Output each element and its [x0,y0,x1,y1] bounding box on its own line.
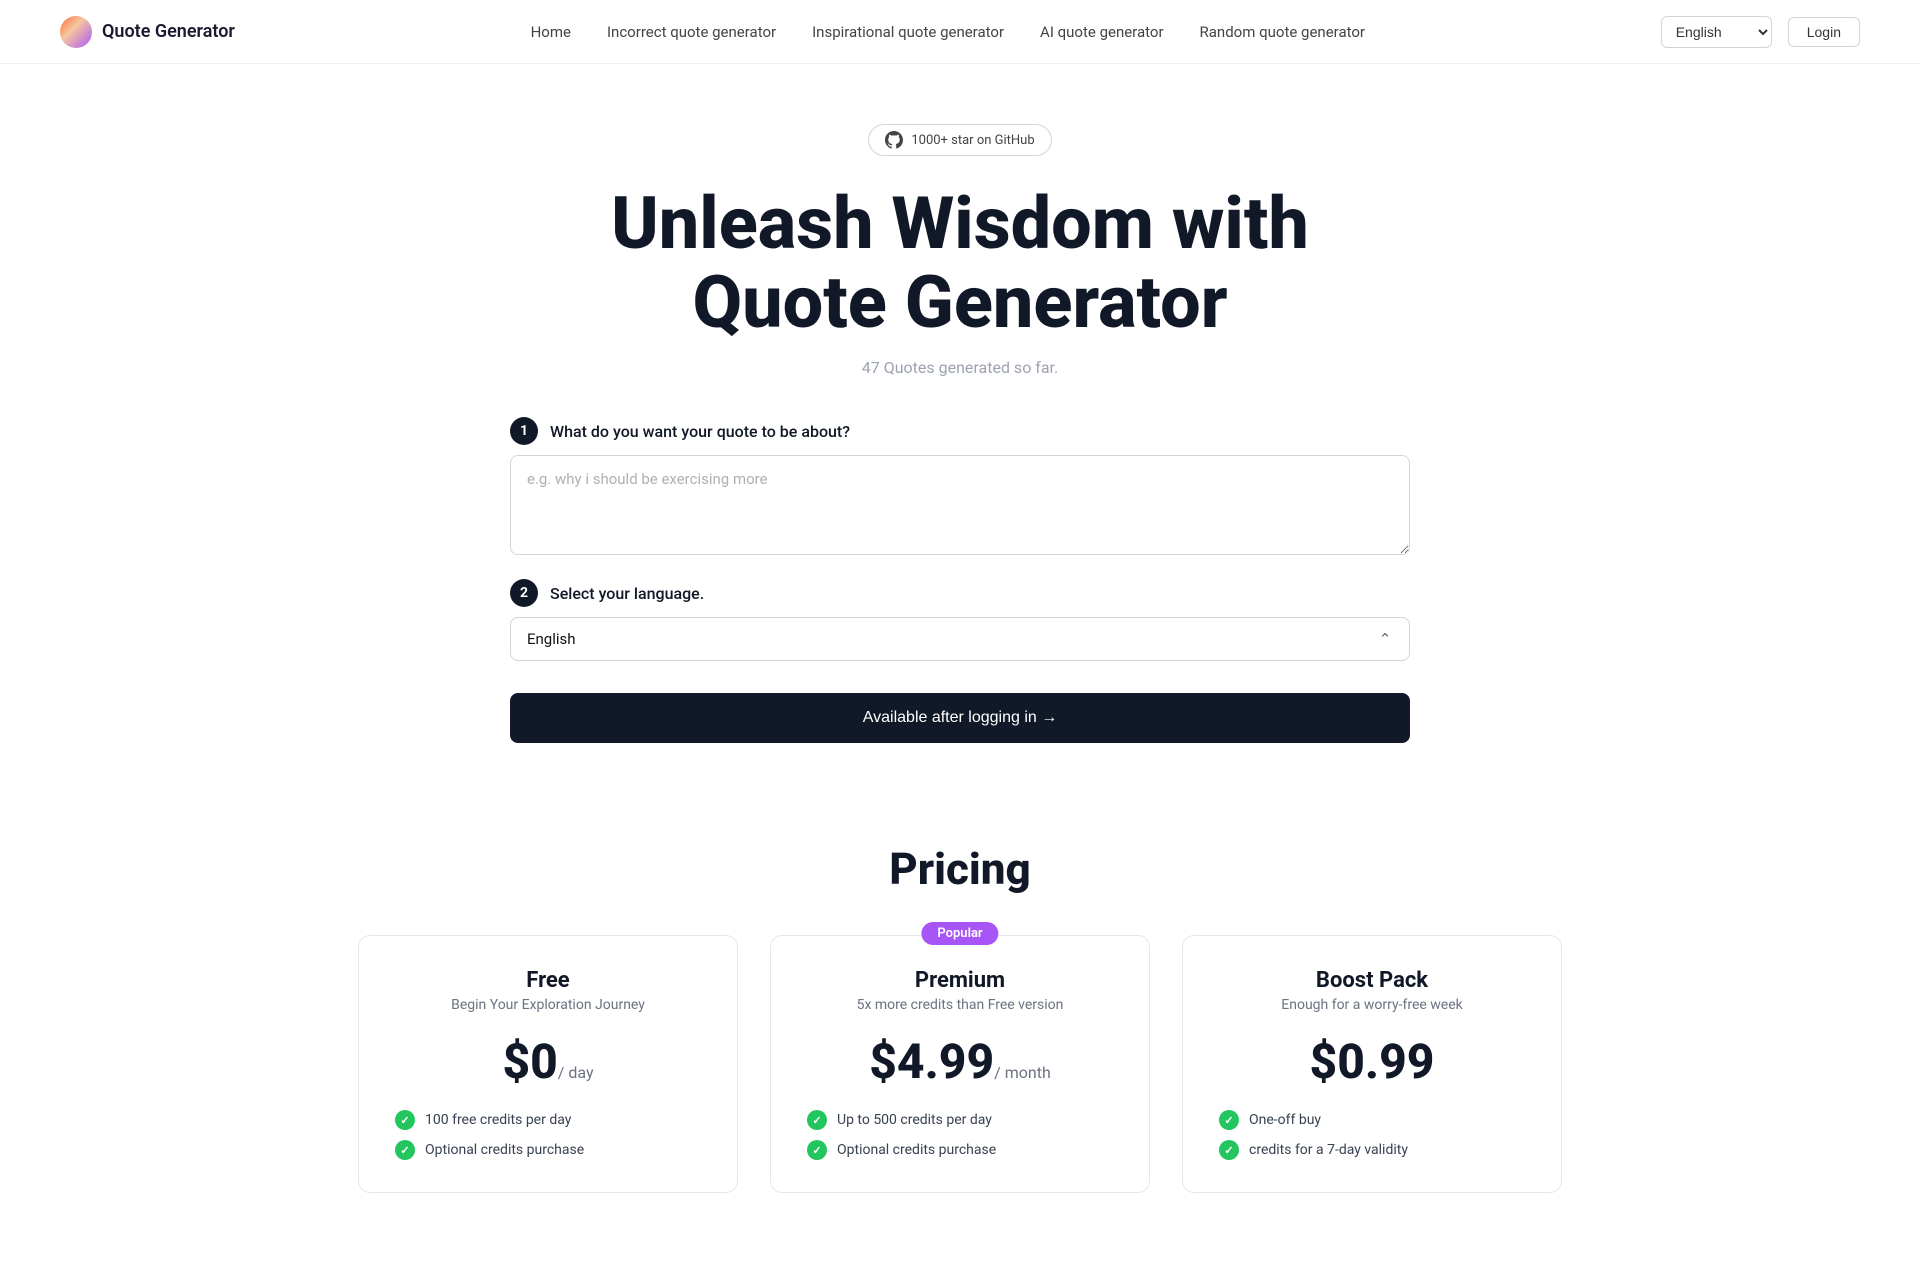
boost-card-price: $0.99 [1219,1033,1525,1090]
step-2-number: 2 [510,579,538,607]
pricing-title: Pricing [120,843,1800,895]
hero-subtitle: 47 Quotes generated so far. [862,358,1058,377]
free-feature-2: ✓ Optional credits purchase [395,1140,701,1160]
quote-textarea[interactable] [510,455,1410,555]
free-amount: $0 [502,1033,557,1090]
popular-badge: Popular [921,922,998,945]
nav-random[interactable]: Random quote generator [1200,23,1365,41]
premium-feature-2: ✓ Optional credits purchase [807,1140,1113,1160]
nav-home[interactable]: Home [531,23,571,41]
free-feature-1: ✓ 100 free credits per day [395,1110,701,1130]
chevron-up-icon: ⌃ [1377,631,1393,647]
step-2-label: 2 Select your language. [510,579,1410,607]
check-icon: ✓ [1219,1140,1239,1160]
nav-inspirational[interactable]: Inspirational quote generator [812,23,1004,41]
premium-amount: $4.99 [869,1033,994,1090]
premium-card-subtitle: 5x more credits than Free version [807,997,1113,1013]
step-1-text: What do you want your quote to be about? [550,422,850,441]
check-icon: ✓ [807,1110,827,1130]
premium-card-price: $4.99/ month [807,1033,1113,1090]
free-features: ✓ 100 free credits per day ✓ Optional cr… [395,1110,701,1160]
nav-incorrect[interactable]: Incorrect quote generator [607,23,776,41]
hero-title: Unleash Wisdom with Quote Generator [611,184,1309,342]
logo-icon [60,16,92,48]
step-2-text: Select your language. [550,584,704,603]
language-dropdown-value: English [527,630,576,648]
pricing-card-free: Free Begin Your Exploration Journey $0/ … [358,935,738,1193]
pricing-card-boost: Boost Pack Enough for a worry-free week … [1182,935,1562,1193]
boost-card-title: Boost Pack [1219,968,1525,993]
generate-button[interactable]: Available after logging in → [510,693,1410,743]
quote-form: 1 What do you want your quote to be abou… [510,417,1410,743]
free-card-subtitle: Begin Your Exploration Journey [395,997,701,1013]
boost-features: ✓ One-off buy ✓ credits for a 7-day vali… [1219,1110,1525,1160]
boost-amount: $0.99 [1310,1033,1435,1090]
step-2: 2 Select your language. English ⌃ [510,579,1410,661]
language-selector[interactable]: English Spanish French German [1661,16,1772,48]
language-dropdown[interactable]: English ⌃ [510,617,1410,661]
boost-feature-1: ✓ One-off buy [1219,1110,1525,1130]
logo[interactable]: Quote Generator [60,16,235,48]
check-icon: ✓ [807,1140,827,1160]
check-icon: ✓ [395,1140,415,1160]
step-1-number: 1 [510,417,538,445]
pricing-card-premium: Popular Premium 5x more credits than Fre… [770,935,1150,1193]
github-badge[interactable]: 1000+ star on GitHub [868,124,1051,156]
app-name: Quote Generator [102,21,235,42]
premium-features: ✓ Up to 500 credits per day ✓ Optional c… [807,1110,1113,1160]
pricing-cards: Free Begin Your Exploration Journey $0/ … [120,935,1800,1193]
nav-ai[interactable]: AI quote generator [1040,23,1163,41]
check-icon: ✓ [395,1110,415,1130]
nav-right: English Spanish French German Login [1661,16,1860,48]
github-badge-text: 1000+ star on GitHub [911,133,1034,148]
boost-feature-2: ✓ credits for a 7-day validity [1219,1140,1525,1160]
navbar: Quote Generator Home Incorrect quote gen… [0,0,1920,64]
free-card-title: Free [395,968,701,993]
nav-links: Home Incorrect quote generator Inspirati… [531,22,1365,41]
premium-card-title: Premium [807,968,1113,993]
free-card-price: $0/ day [395,1033,701,1090]
login-button[interactable]: Login [1788,17,1860,47]
check-icon: ✓ [1219,1110,1239,1130]
step-1: 1 What do you want your quote to be abou… [510,417,1410,555]
premium-feature-1: ✓ Up to 500 credits per day [807,1110,1113,1130]
boost-card-subtitle: Enough for a worry-free week [1219,997,1525,1013]
pricing-section: Pricing Free Begin Your Exploration Jour… [0,783,1920,1273]
hero-section: 1000+ star on GitHub Unleash Wisdom with… [0,64,1920,783]
step-1-label: 1 What do you want your quote to be abou… [510,417,1410,445]
github-icon [885,131,903,149]
